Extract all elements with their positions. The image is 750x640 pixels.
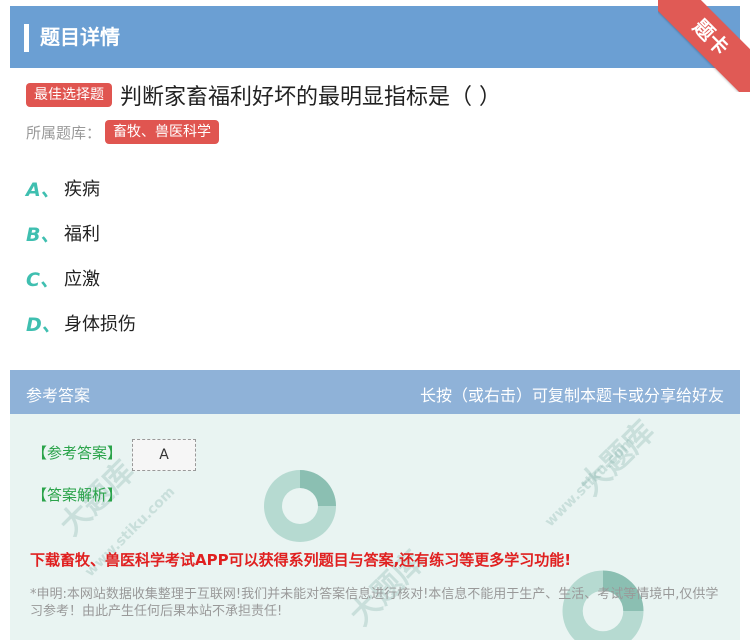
ref-answer-label: 【参考答案】: [32, 444, 123, 462]
option-text: 应激: [64, 269, 100, 290]
watermark-url: www.stiku.com: [541, 433, 639, 531]
ref-answer-image: A: [132, 439, 196, 471]
option-b[interactable]: B、 福利: [26, 219, 100, 247]
answer-header: 参考答案 长按（或右击）可复制本题卡或分享给好友: [10, 370, 740, 414]
question-line: 最佳选择题 判断家畜福利好坏的最明显指标是（ ）: [26, 80, 501, 110]
header-bar: 题目详情: [10, 6, 740, 68]
analysis-label: 【答案解析】: [32, 486, 123, 504]
option-letter: B、: [26, 223, 60, 246]
option-a[interactable]: A、 疾病: [26, 174, 100, 202]
category-badge[interactable]: 畜牧、兽医科学: [105, 120, 220, 144]
header-accent-bar: [24, 24, 29, 52]
option-d[interactable]: D、 身体损伤: [26, 309, 136, 337]
answer-header-title: 参考答案: [26, 386, 91, 405]
page-title: 题目详情: [40, 25, 120, 49]
category-line: 所属题库： 畜牧、兽医科学: [26, 120, 220, 144]
option-letter: D、: [26, 313, 61, 336]
option-text: 疾病: [64, 179, 100, 200]
corner-ribbon[interactable]: 题卡: [658, 0, 750, 92]
question-type-badge: 最佳选择题: [26, 83, 112, 107]
share-hint: 长按（或右击）可复制本题卡或分享给好友: [419, 386, 724, 405]
answer-body: 大题库 大题库 大题库 www.stiku.com www.stiku.com …: [10, 414, 740, 640]
watermark-text: 大题库: [573, 414, 662, 503]
option-letter: A、: [26, 178, 60, 201]
watermark-logo-icon: [264, 470, 336, 542]
disclaimer-text: *申明:本网站数据收集整理于互联网!我们并未能对答案信息进行核对!本信息不能用于…: [30, 587, 719, 619]
app-promo-link[interactable]: 下载畜牧、兽医科学考试APP可以获得系列题目与答案,还有练习等更多学习功能!: [30, 549, 571, 570]
option-text: 福利: [64, 224, 100, 245]
option-text: 身体损伤: [64, 314, 136, 335]
category-label: 所属题库：: [26, 123, 102, 142]
corner-ribbon-label: 题卡: [658, 0, 750, 92]
question-text: 判断家畜福利好坏的最明显指标是（ ）: [120, 85, 501, 110]
option-c[interactable]: C、 应激: [26, 264, 100, 292]
option-letter: C、: [26, 268, 59, 291]
